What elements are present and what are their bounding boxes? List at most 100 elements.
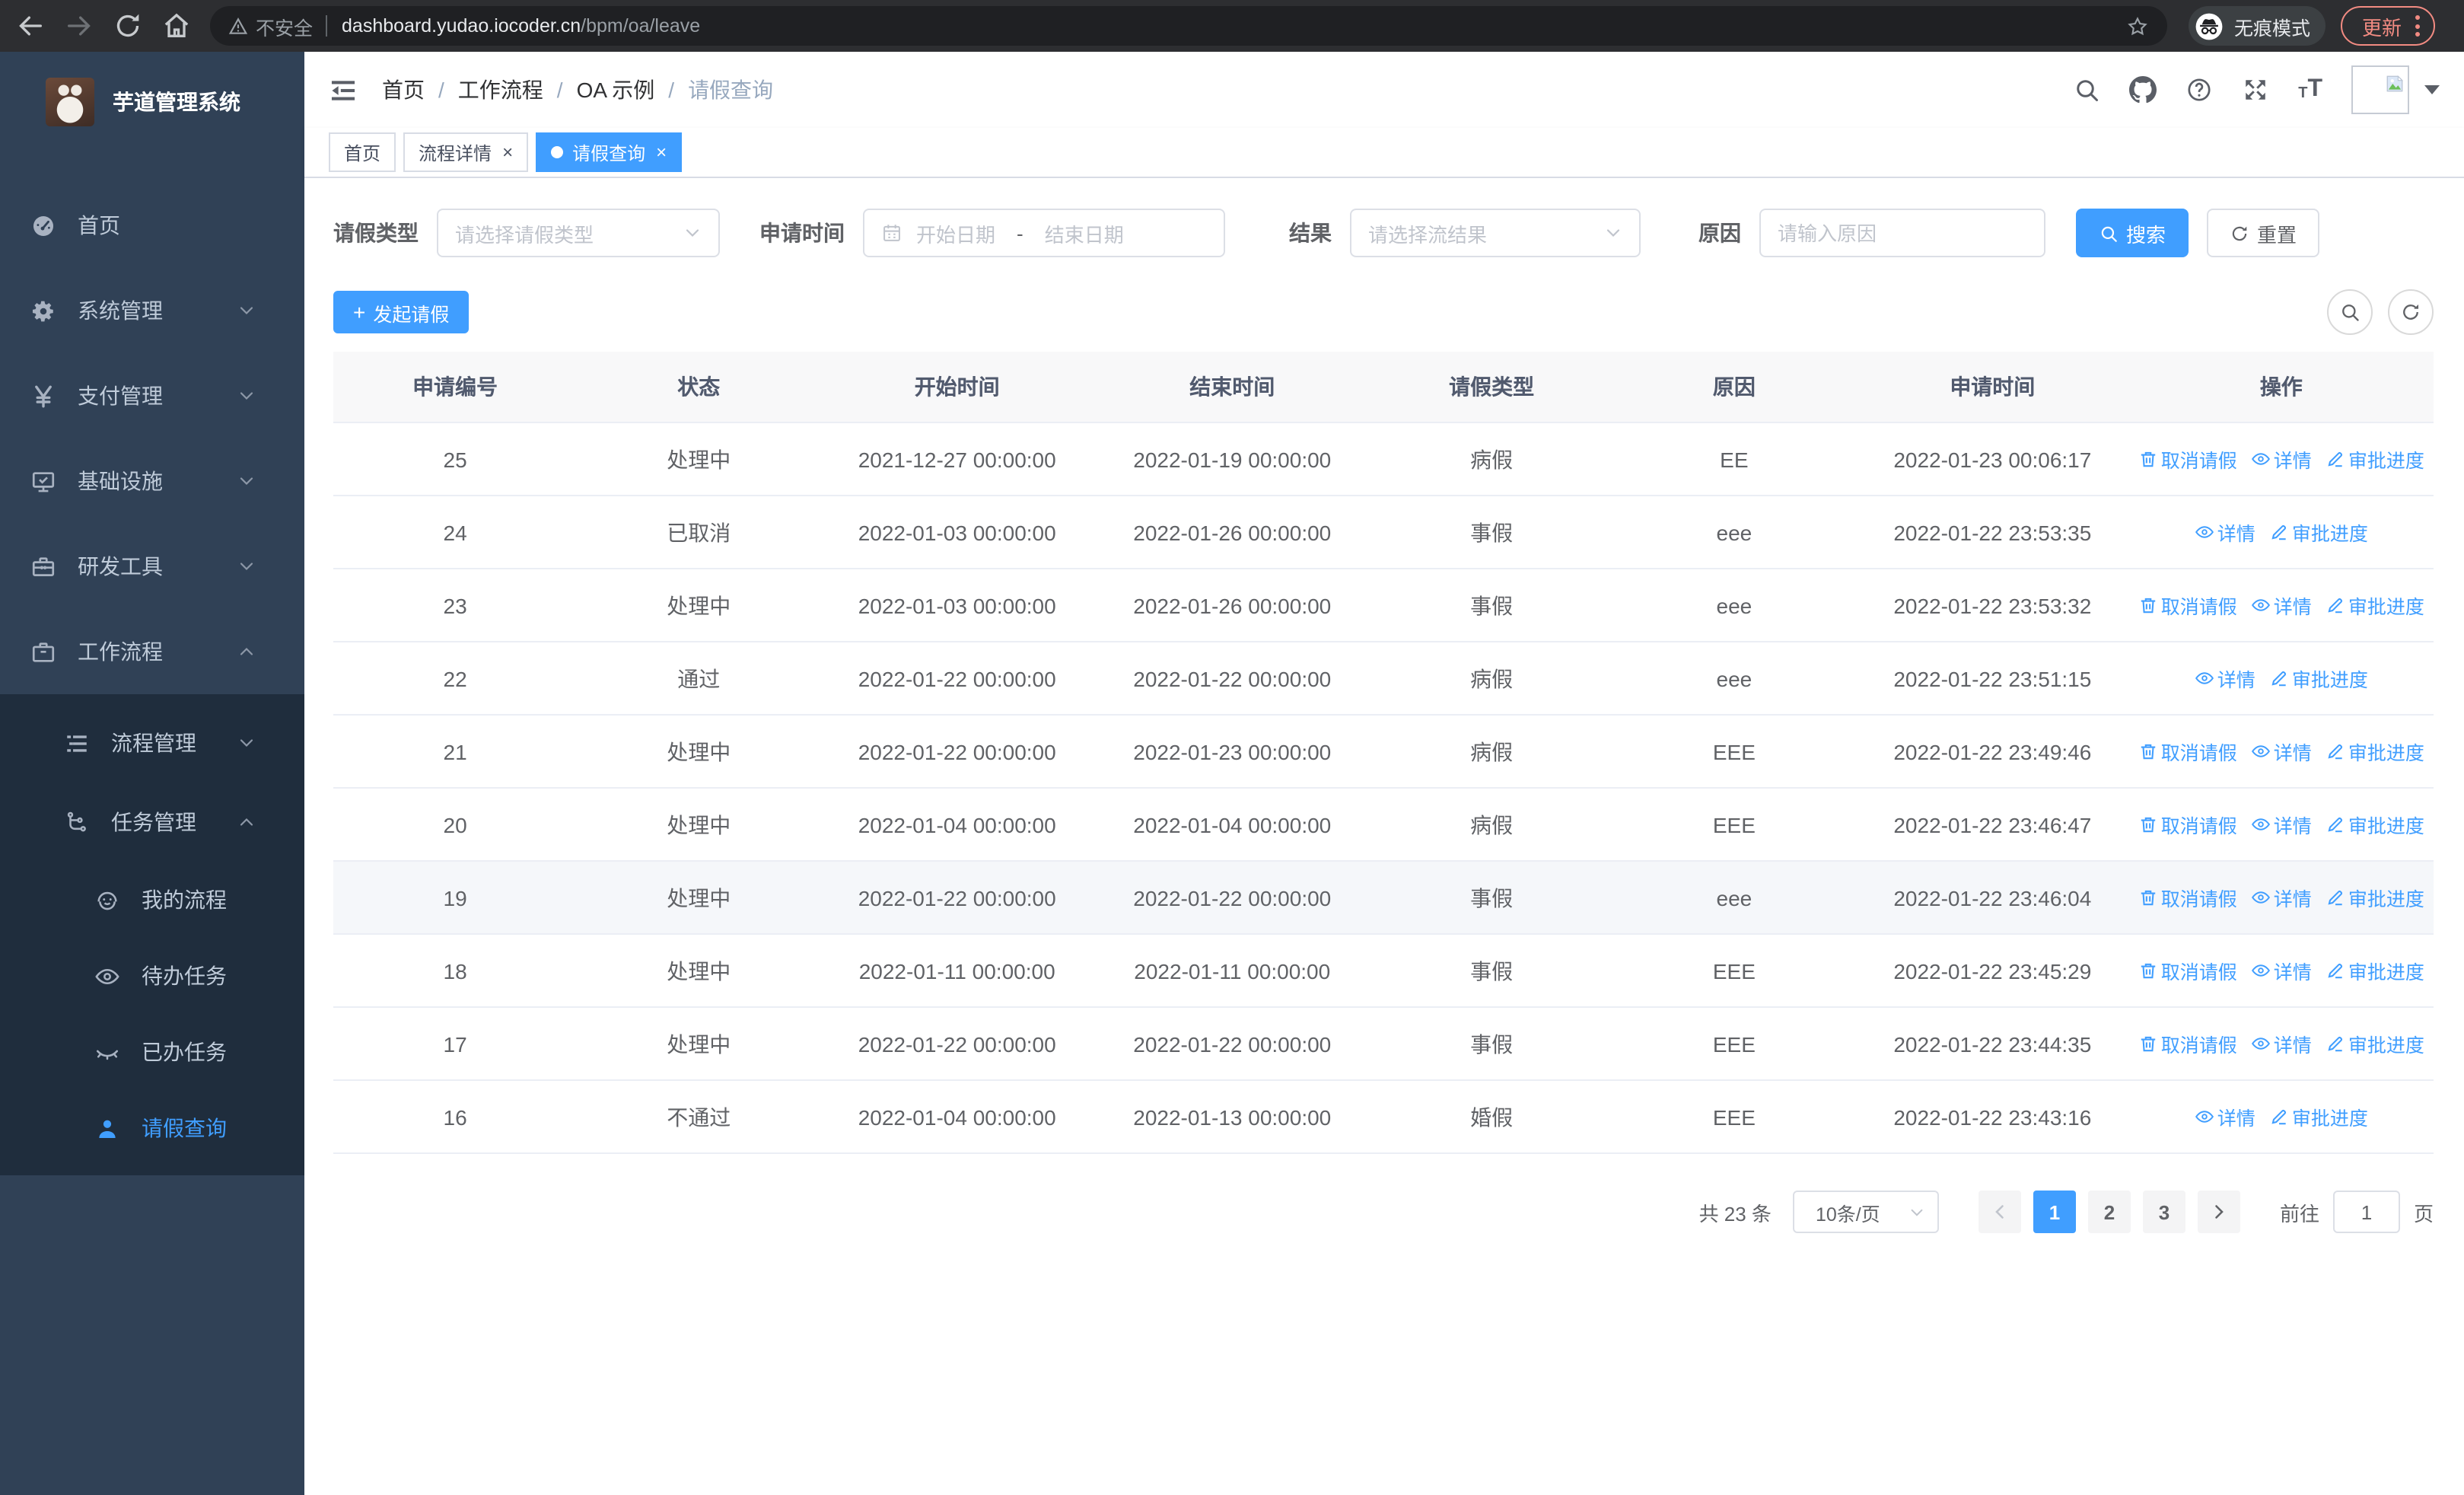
action-label: 取消请假 xyxy=(2160,597,2237,618)
reload-icon[interactable] xyxy=(113,11,143,41)
breadcrumb-item: 请假查询 xyxy=(688,78,774,102)
logo[interactable]: 芋道管理系统 xyxy=(0,52,304,152)
detail-action-link[interactable]: 详情 xyxy=(2195,518,2255,547)
home-icon[interactable] xyxy=(161,11,192,41)
action-label: 审批进度 xyxy=(2348,816,2424,837)
browser-update-button[interactable]: 更新 xyxy=(2341,6,2436,46)
github-icon[interactable] xyxy=(2129,76,2157,104)
bookmark-star-icon[interactable] xyxy=(2126,14,2149,37)
cancel-action-link[interactable]: 取消请假 xyxy=(2138,883,2237,912)
create-leave-button[interactable]: + 发起请假 xyxy=(333,291,470,333)
detail-action-link[interactable]: 详情 xyxy=(2251,445,2312,473)
help-icon[interactable] xyxy=(2185,76,2213,104)
progress-action-link[interactable]: 审批进度 xyxy=(2326,737,2424,766)
refresh-table-button[interactable] xyxy=(2388,289,2434,335)
cell-reason: eee xyxy=(1716,885,1752,910)
cancel-action-link[interactable]: 取消请假 xyxy=(2138,591,2237,620)
cancel-action-link[interactable]: 取消请假 xyxy=(2138,1029,2237,1058)
detail-action-link[interactable]: 详情 xyxy=(2195,1102,2255,1131)
sidebar-item-devtools[interactable]: 研发工具 xyxy=(0,524,304,609)
cell-id: 20 xyxy=(443,812,467,837)
sidebar-item-todo-task[interactable]: 待办任务 xyxy=(0,938,304,1014)
fullscreen-icon[interactable] xyxy=(2242,76,2269,104)
page-button-1[interactable]: 1 xyxy=(2033,1191,2076,1233)
page-size-select[interactable]: 10条/页 xyxy=(1792,1191,1939,1233)
detail-action-link[interactable]: 详情 xyxy=(2195,664,2255,693)
cancel-action-link[interactable]: 取消请假 xyxy=(2138,737,2237,766)
sidebar-item-infra[interactable]: 基础设施 xyxy=(0,438,304,524)
detail-action-link[interactable]: 详情 xyxy=(2251,883,2312,912)
sidebar-item-system[interactable]: 系统管理 xyxy=(0,268,304,353)
back-icon[interactable] xyxy=(15,11,46,41)
cell-actions: 详情 审批进度 xyxy=(2129,1081,2434,1152)
goto-page-input[interactable] xyxy=(2332,1191,2400,1233)
sidebar-item-done-task[interactable]: 已办任务 xyxy=(0,1014,304,1090)
cell-reason: EEE xyxy=(1712,739,1756,763)
font-size-icon[interactable]: TT xyxy=(2298,77,2322,102)
cell-status: 处理中 xyxy=(667,739,731,763)
reset-button[interactable]: 重置 xyxy=(2207,209,2320,257)
more-vertical-icon[interactable] xyxy=(2415,15,2421,37)
show-search-button[interactable] xyxy=(2327,289,2373,335)
plus-icon: + xyxy=(353,300,366,324)
breadcrumb-item[interactable]: 工作流程 xyxy=(458,75,543,105)
leave-type-select[interactable]: 请选择请假类型 xyxy=(437,209,720,257)
progress-action-link[interactable]: 审批进度 xyxy=(2269,518,2368,547)
sidebar-item-label: 研发工具 xyxy=(78,554,163,579)
cell-end-time: 2022-01-11 00:00:00 xyxy=(1134,958,1331,983)
warning-icon[interactable] xyxy=(228,16,248,36)
next-page-button[interactable] xyxy=(2197,1191,2240,1233)
prev-page-button[interactable] xyxy=(1978,1191,2021,1233)
cancel-action-link[interactable]: 取消请假 xyxy=(2138,445,2237,473)
avatar[interactable] xyxy=(2351,65,2409,114)
tab-close-icon[interactable]: × xyxy=(502,143,513,161)
detail-action-link[interactable]: 详情 xyxy=(2251,956,2312,985)
sidebar-item-label: 系统管理 xyxy=(78,298,163,323)
progress-action-link[interactable]: 审批进度 xyxy=(2326,810,2424,839)
detail-action-link[interactable]: 详情 xyxy=(2251,737,2312,766)
progress-action-link[interactable]: 审批进度 xyxy=(2326,591,2424,620)
breadcrumb-item[interactable]: 首页 xyxy=(382,75,425,105)
security-warning[interactable]: 不安全 xyxy=(256,11,313,40)
progress-action-link[interactable]: 审批进度 xyxy=(2269,1102,2368,1131)
apply-time-range-picker[interactable]: 开始日期 - 结束日期 xyxy=(863,209,1225,257)
result-select[interactable]: 请选择流结果 xyxy=(1350,209,1641,257)
progress-action-link[interactable]: 审批进度 xyxy=(2269,664,2368,693)
tab-close-icon[interactable]: × xyxy=(656,143,667,161)
sidebar-item-workflow[interactable]: 工作流程 xyxy=(0,609,304,694)
page-button-3[interactable]: 3 xyxy=(2142,1191,2185,1233)
sidebar-item-process-mgmt[interactable]: 流程管理 xyxy=(0,703,304,783)
cell-start-time: 2022-01-03 00:00:00 xyxy=(858,593,1056,617)
progress-action-link[interactable]: 审批进度 xyxy=(2326,883,2424,912)
sidebar-item-leave-query[interactable]: 请假查询 xyxy=(0,1090,304,1166)
sidebar-item-my-process[interactable]: 我的流程 xyxy=(0,862,304,938)
collapse-menu-icon[interactable] xyxy=(329,75,358,104)
tab-process-detail[interactable]: 流程详情 × xyxy=(403,132,529,172)
date-end-placeholder: 结束日期 xyxy=(1044,223,1124,246)
cancel-action-link[interactable]: 取消请假 xyxy=(2138,956,2237,985)
sidebar-item-home[interactable]: 首页 xyxy=(0,183,304,268)
active-tab-dot xyxy=(551,146,564,158)
create-leave-label: 发起请假 xyxy=(373,304,450,325)
cell-actions: 取消请假 详情 审批进度 xyxy=(2129,423,2434,495)
progress-action-link[interactable]: 审批进度 xyxy=(2326,1029,2424,1058)
tab-home[interactable]: 首页 xyxy=(329,132,396,172)
tab-leave-query[interactable]: 请假查询 × xyxy=(536,132,683,172)
sidebar-item-payment[interactable]: 支付管理 xyxy=(0,353,304,438)
cancel-action-link[interactable]: 取消请假 xyxy=(2138,810,2237,839)
forward-icon[interactable] xyxy=(64,11,94,41)
sidebar-item-task-mgmt[interactable]: 任务管理 xyxy=(0,783,304,862)
avatar-caret-down-icon[interactable] xyxy=(2424,85,2440,94)
search-icon[interactable] xyxy=(2073,76,2100,104)
progress-action-link[interactable]: 审批进度 xyxy=(2326,445,2424,473)
page-button-2[interactable]: 2 xyxy=(2087,1191,2131,1233)
leave-type-label: 请假类型 xyxy=(333,221,419,245)
breadcrumb-item[interactable]: OA 示例 xyxy=(577,75,655,105)
detail-action-link[interactable]: 详情 xyxy=(2251,591,2312,620)
detail-action-link[interactable]: 详情 xyxy=(2251,810,2312,839)
detail-action-link[interactable]: 详情 xyxy=(2251,1029,2312,1058)
progress-action-link[interactable]: 审批进度 xyxy=(2326,956,2424,985)
address-bar[interactable]: 不安全 dashboard.yudao.iocoder.cn/bpm/oa/le… xyxy=(210,6,2167,46)
search-button[interactable]: 搜索 xyxy=(2076,209,2189,257)
reason-input[interactable] xyxy=(1778,222,2027,244)
